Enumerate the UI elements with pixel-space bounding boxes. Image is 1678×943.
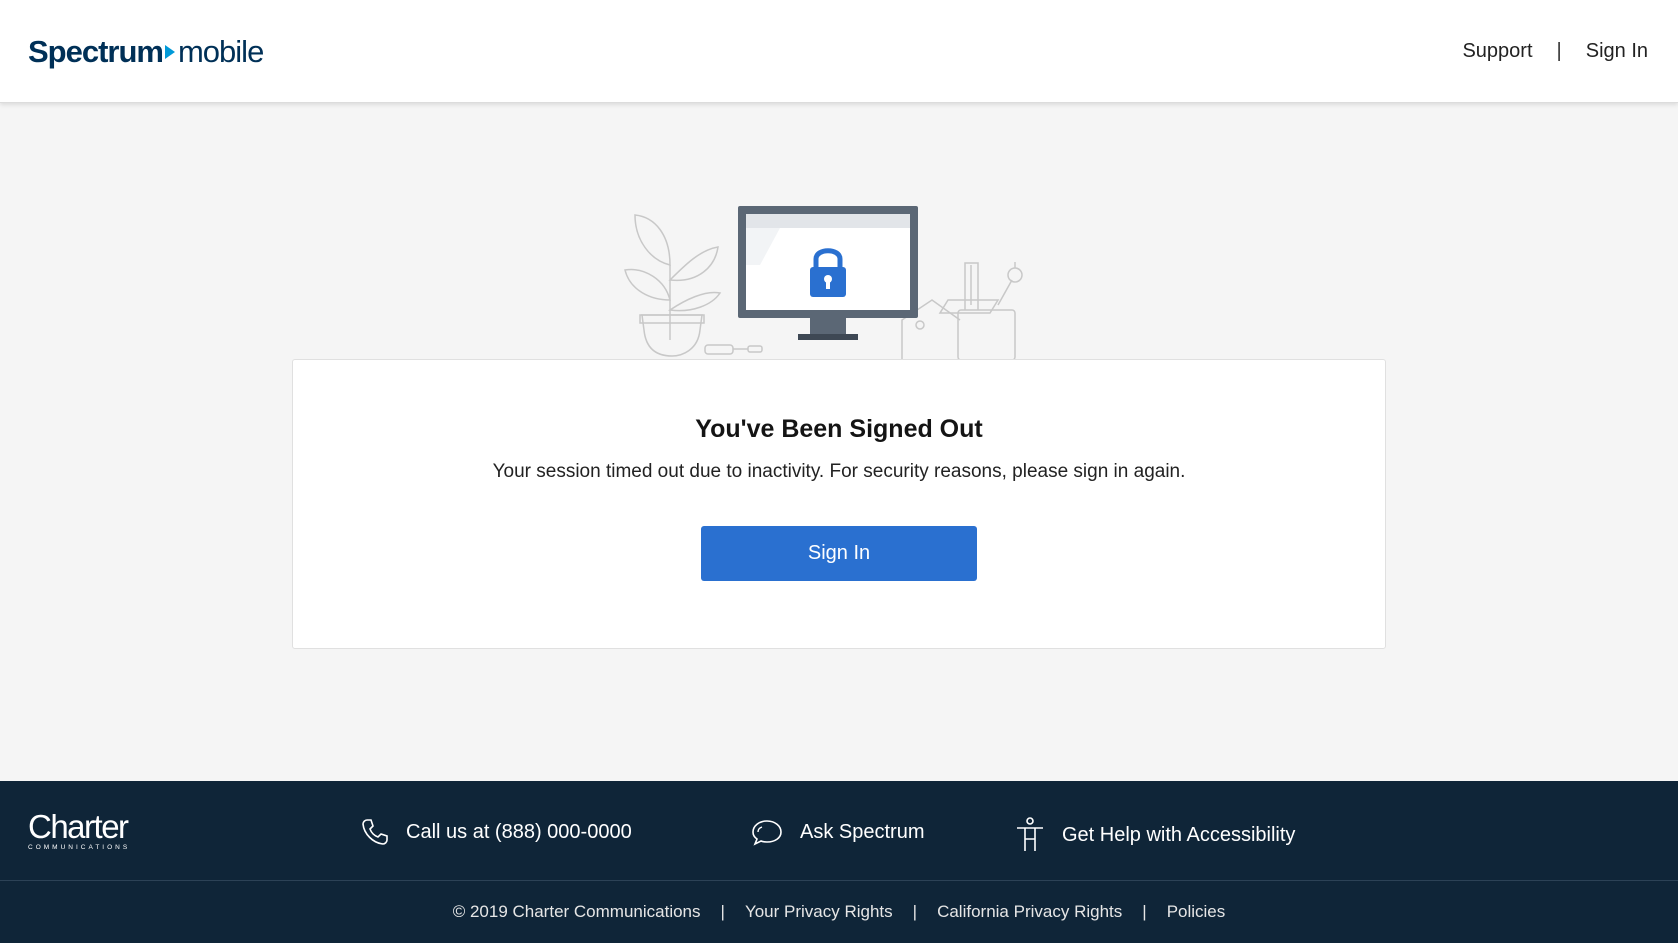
privacy-rights-link[interactable]: Your Privacy Rights — [745, 902, 893, 922]
charter-logo-name: Charter — [28, 808, 129, 845]
california-privacy-link[interactable]: California Privacy Rights — [937, 902, 1122, 922]
spectrum-mobile-logo[interactable]: Spectrum mobile — [28, 34, 264, 70]
accessibility-link[interactable]: Get Help with Accessibility — [1014, 817, 1295, 853]
ask-spectrum-text: Ask Spectrum — [800, 820, 925, 843]
screwdriver-icon — [704, 344, 763, 355]
nav-separator: | — [1556, 40, 1562, 62]
logo-sub-text: mobile — [177, 34, 264, 69]
desk-items-icon — [901, 262, 1023, 361]
call-us-text: Call us at (888) 000-0000 — [406, 820, 632, 843]
footer-separator: | — [912, 902, 918, 921]
plant-icon — [624, 214, 722, 357]
page-title: You've Been Signed Out — [695, 415, 983, 443]
footer-separator: | — [720, 902, 725, 921]
site-footer: Charter COMMUNICATIONS Call us at (888) … — [0, 781, 1678, 943]
logo-arrow-icon — [164, 45, 175, 59]
phone-icon — [362, 819, 388, 845]
ask-spectrum-link[interactable]: Ask Spectrum — [750, 817, 924, 847]
copyright-text: © 2019 Charter Communications — [452, 902, 701, 921]
policies-link[interactable]: Policies — [1167, 902, 1226, 922]
accessibility-icon — [1017, 817, 1043, 851]
top-nav: Support | Sign In — [1462, 40, 1648, 63]
site-header: Spectrum mobile Support | Sign In — [0, 0, 1678, 103]
support-link[interactable]: Support — [1462, 40, 1532, 63]
footer-separator: | — [1142, 902, 1147, 921]
sign-in-button[interactable]: Sign In — [701, 526, 977, 581]
header-sign-in-link[interactable]: Sign In — [1586, 40, 1648, 63]
signed-out-illustration — [624, 206, 1023, 361]
charter-logo-tagline: COMMUNICATIONS — [28, 844, 131, 851]
footer-legal-row: © 2019 Charter Communications | Your Pri… — [0, 902, 1678, 922]
chat-icon — [752, 820, 782, 846]
logo-brand-text: Spectrum — [28, 34, 164, 69]
session-message: Your session timed out due to inactivity… — [492, 461, 1186, 482]
call-us-link[interactable]: Call us at (888) 000-0000 — [360, 817, 632, 847]
accessibility-text: Get Help with Accessibility — [1062, 823, 1296, 846]
signed-out-card: You've Been Signed Out Your session time… — [292, 359, 1386, 649]
charter-logo[interactable]: Charter COMMUNICATIONS — [28, 808, 131, 851]
footer-top-row: Charter COMMUNICATIONS Call us at (888) … — [0, 781, 1678, 881]
